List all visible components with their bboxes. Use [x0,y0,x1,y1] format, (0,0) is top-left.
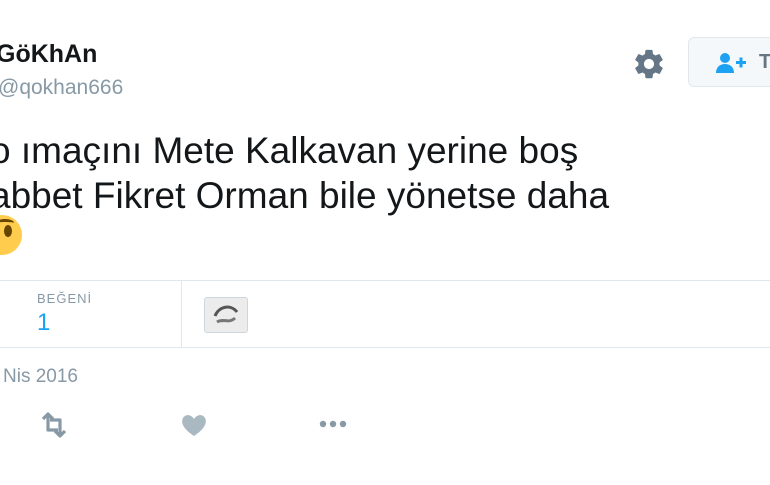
liker-avatar[interactable] [204,297,248,333]
tweet-date[interactable]: Nis 2016 [3,366,78,388]
divider [181,281,182,347]
author-handle[interactable]: @qokhan666 [0,76,123,100]
retweet-icon[interactable] [34,410,74,440]
tweet-text: o ımaçını Mete Kalkavan yerine boş abbet… [0,128,609,218]
like-icon[interactable] [174,410,214,440]
divider [0,280,770,281]
follow-label: T [759,51,770,73]
author-display-name[interactable]: GöKhAn [0,40,97,69]
follow-button[interactable]: T [688,37,770,87]
gear-icon[interactable] [632,47,666,81]
add-user-icon [716,53,746,73]
avatar-image-icon [205,298,247,332]
tweet-text-line: o ımaçını Mete Kalkavan yerine boş [0,130,579,171]
likes-count[interactable]: 1 [37,309,50,337]
fearful-face-emoji-icon [0,215,22,255]
likes-label[interactable]: BEĞENİ [37,291,92,306]
divider [0,347,770,348]
tweet-text-line: abbet Fikret Orman bile yönetse daha [0,175,610,216]
more-icon[interactable] [315,410,355,440]
